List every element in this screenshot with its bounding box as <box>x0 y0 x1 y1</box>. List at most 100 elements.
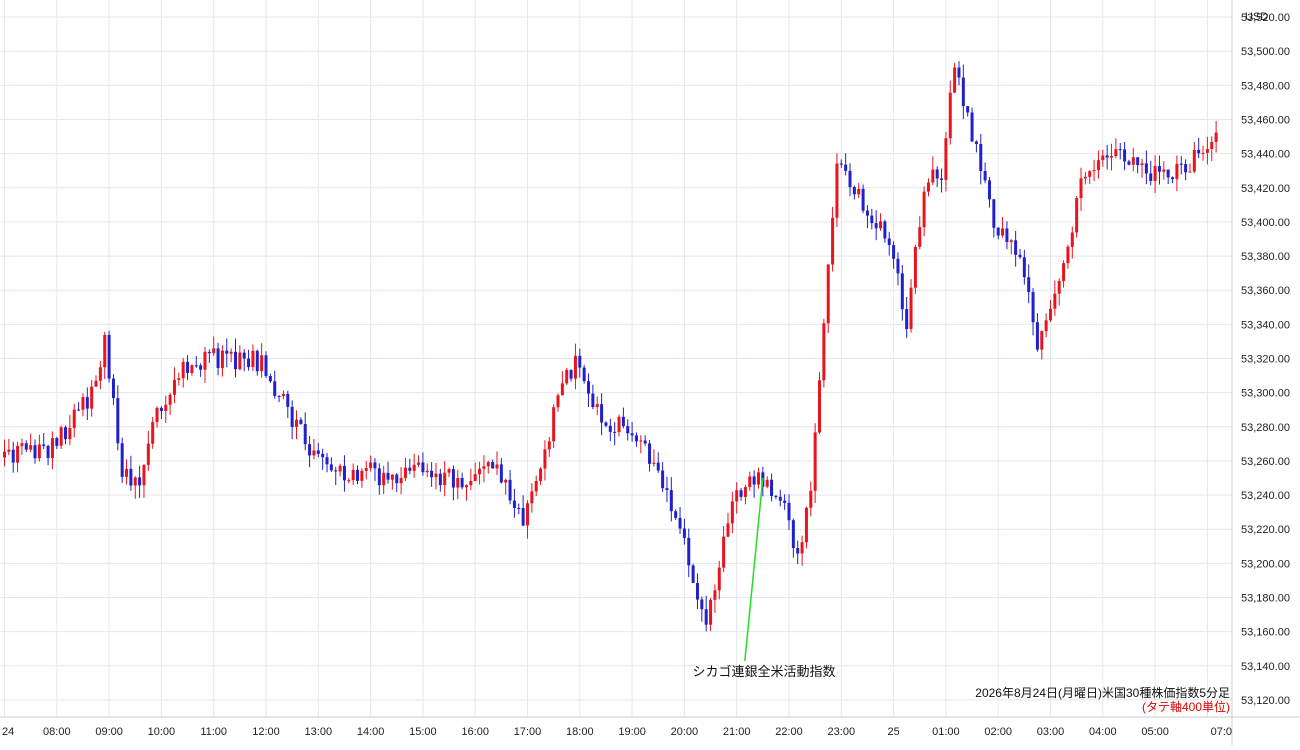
candle-up <box>98 367 102 381</box>
candle-up <box>1110 155 1114 158</box>
candle-down <box>329 464 333 471</box>
candle-up <box>948 92 952 139</box>
candle-up <box>177 378 181 380</box>
y-tick-label: 53,420.00 <box>1241 183 1290 195</box>
candle-down <box>970 112 974 142</box>
candle-down <box>1179 163 1183 165</box>
x-tick-label: 20:00 <box>671 726 699 738</box>
y-tick-label: 53,360.00 <box>1241 285 1290 297</box>
candle-up <box>909 287 913 329</box>
x-tick-label: 18:00 <box>566 726 594 738</box>
candle-up <box>813 432 817 491</box>
candle-up <box>543 449 547 469</box>
candle-up <box>1188 171 1192 173</box>
candle-down <box>1005 228 1009 243</box>
candle-down <box>233 351 237 370</box>
candle-down <box>682 528 686 538</box>
candle-up <box>1096 160 1100 171</box>
candle-down <box>1171 177 1175 180</box>
candle-up <box>482 466 486 469</box>
candle-down <box>120 443 124 477</box>
x-tick-label: 13:00 <box>305 726 333 738</box>
candle-down <box>116 398 120 444</box>
candle-up <box>72 409 76 428</box>
y-tick-label: 53,260.00 <box>1241 456 1290 468</box>
candle-up <box>412 464 416 471</box>
candle-up <box>1062 263 1066 282</box>
candle-down <box>460 477 464 488</box>
candle-down <box>870 215 874 224</box>
candle-down <box>316 450 320 454</box>
candle-down <box>626 426 630 434</box>
candle-up <box>573 355 577 379</box>
y-tick-label: 53,440.00 <box>1241 149 1290 161</box>
candle-down <box>621 416 625 427</box>
candle-up <box>7 449 11 452</box>
candle-down <box>961 77 965 107</box>
candle-up <box>251 350 255 368</box>
candle-down <box>770 479 774 497</box>
candle-up <box>857 188 861 195</box>
candle-down <box>1018 254 1022 258</box>
candle-up <box>382 472 386 486</box>
candle-down <box>695 582 699 600</box>
candle-up <box>29 445 33 450</box>
candle-down <box>892 245 896 259</box>
candle-up <box>835 163 839 218</box>
candle-down <box>979 143 983 172</box>
candle-up <box>1049 308 1052 321</box>
candle-down <box>321 453 325 458</box>
candle-down <box>273 381 277 396</box>
candle-up <box>617 416 621 433</box>
candle-up <box>478 468 482 475</box>
candle-down <box>299 419 303 424</box>
candle-down <box>508 479 512 501</box>
candle-up <box>399 477 403 484</box>
y-tick-label: 53,160.00 <box>1241 627 1290 639</box>
candle-down <box>896 258 900 274</box>
candle-down <box>935 169 939 179</box>
x-tick-label: 03:00 <box>1037 726 1065 738</box>
candle-down <box>33 445 37 459</box>
y-tick-label: 53,140.00 <box>1241 661 1290 673</box>
axis-note: (タテ軸400単位) <box>1142 699 1230 714</box>
y-tick-label: 53,400.00 <box>1241 217 1290 229</box>
candle-up <box>390 474 394 480</box>
candle-up <box>922 191 926 228</box>
candle-down <box>46 445 50 459</box>
candle-down <box>408 467 412 471</box>
candle-down <box>796 548 800 554</box>
candle-down <box>1014 240 1018 255</box>
candle-down <box>774 496 778 498</box>
candle-down <box>356 469 360 481</box>
candle-down <box>634 435 638 442</box>
x-tick-label: 01:00 <box>932 726 960 738</box>
candle-down <box>64 427 68 440</box>
candlestick-chart: 53,520.00 53,500.00 53,480.00 53,460.00 53,4… <box>0 0 1300 745</box>
candle-down <box>308 444 312 456</box>
candle-up <box>37 444 41 459</box>
candle-down <box>491 462 495 469</box>
candle-up <box>473 474 477 481</box>
x-tick-label: 21:00 <box>723 726 751 738</box>
candle-up <box>804 507 808 543</box>
candle-up <box>534 481 538 492</box>
chart-background <box>0 0 1300 745</box>
candle-up <box>1001 228 1005 236</box>
candle-down <box>395 474 399 484</box>
candle-up <box>709 599 713 625</box>
candle-up <box>338 465 342 472</box>
candle-up <box>743 487 747 497</box>
x-tick-label: 10:00 <box>148 726 176 738</box>
candle-down <box>303 423 307 445</box>
candle-up <box>90 386 94 409</box>
y-tick-label: 53,220.00 <box>1241 524 1290 536</box>
y-tick-label: 53,120.00 <box>1241 695 1290 707</box>
candle-up <box>547 441 551 450</box>
candle-down <box>674 511 678 518</box>
candle-up <box>168 394 172 405</box>
candle-down <box>1031 292 1035 323</box>
candle-up <box>360 470 364 481</box>
candle-down <box>111 378 115 399</box>
candle-up <box>190 365 194 374</box>
